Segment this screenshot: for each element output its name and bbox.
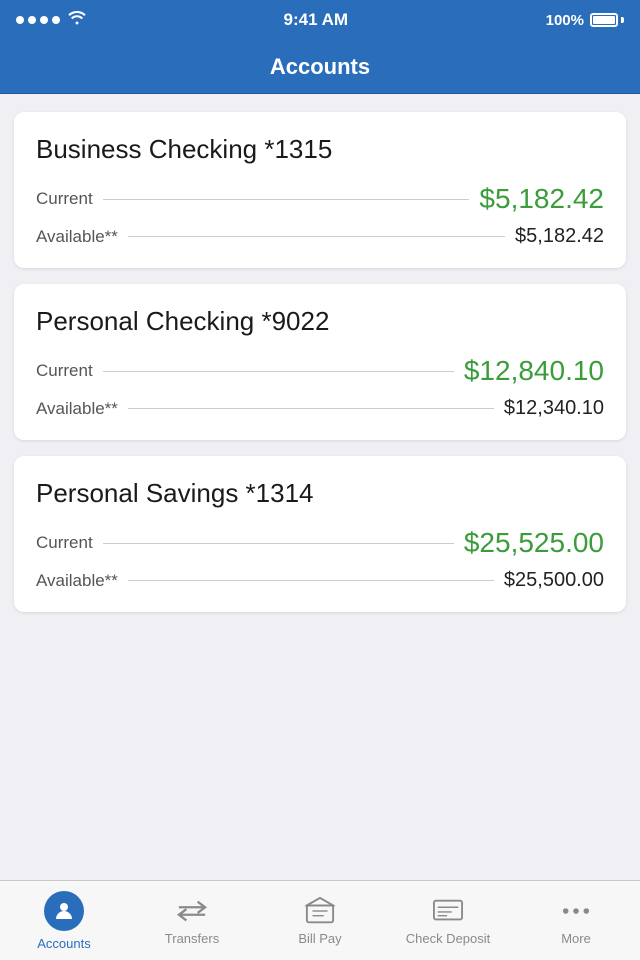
current-label-2: Current (36, 533, 93, 553)
dot1 (16, 16, 24, 24)
account-current-row-2: Current $25,525.00 (36, 527, 604, 559)
status-bar: 9:41 AM 100% (0, 0, 640, 40)
available-amount-1: $12,340.10 (504, 397, 604, 420)
tab-more-label: More (561, 931, 591, 946)
account-available-row-1: Available** $12,340.10 (36, 397, 604, 420)
dots-2 (103, 543, 454, 544)
account-card-2[interactable]: Personal Savings *1314 Current $25,525.0… (14, 456, 626, 612)
account-name-0: Business Checking *1315 (36, 134, 604, 165)
status-left (16, 11, 86, 30)
account-name-1: Personal Checking *9022 (36, 306, 604, 337)
available-amount-0: $5,182.42 (515, 225, 604, 248)
tab-accounts-label: Accounts (37, 936, 90, 951)
current-amount-0: $5,182.42 (479, 183, 604, 215)
tab-checkdeposit[interactable]: Check Deposit (384, 881, 512, 960)
account-available-row-2: Available** $25,500.00 (36, 569, 604, 592)
dot2 (28, 16, 36, 24)
signal-dots (16, 16, 60, 24)
account-card-0[interactable]: Business Checking *1315 Current $5,182.4… (14, 112, 626, 268)
status-time: 9:41 AM (284, 10, 349, 30)
available-label-1: Available** (36, 399, 118, 419)
dots-1 (103, 371, 454, 372)
dot3 (40, 16, 48, 24)
tab-more[interactable]: More (512, 881, 640, 960)
account-card-1[interactable]: Personal Checking *9022 Current $12,840.… (14, 284, 626, 440)
transfers-icon (177, 896, 207, 926)
dots-avail-1 (128, 408, 494, 409)
page-title: Accounts (270, 54, 370, 80)
account-current-row-1: Current $12,840.10 (36, 355, 604, 387)
tab-transfers[interactable]: Transfers (128, 881, 256, 960)
dots-avail-2 (128, 580, 494, 581)
status-right: 100% (546, 12, 624, 29)
dot4 (52, 16, 60, 24)
current-label-1: Current (36, 361, 93, 381)
billpay-icon (305, 896, 335, 926)
tab-transfers-label: Transfers (165, 931, 219, 946)
accounts-tab-icon (44, 891, 84, 931)
tab-bar: Accounts Transfers Bill Pay (0, 880, 640, 960)
available-amount-2: $25,500.00 (504, 569, 604, 592)
tab-checkdeposit-label: Check Deposit (406, 931, 491, 946)
dots-avail-0 (128, 236, 505, 237)
battery-percent: 100% (546, 12, 584, 29)
available-label-0: Available** (36, 227, 118, 247)
tab-billpay-label: Bill Pay (298, 931, 341, 946)
current-amount-1: $12,840.10 (464, 355, 604, 387)
checkdeposit-icon (433, 896, 463, 926)
account-name-2: Personal Savings *1314 (36, 478, 604, 509)
current-label-0: Current (36, 189, 93, 209)
available-label-2: Available** (36, 571, 118, 591)
dots-0 (103, 199, 470, 200)
wifi-icon (68, 11, 86, 30)
tab-billpay[interactable]: Bill Pay (256, 881, 384, 960)
tab-accounts[interactable]: Accounts (0, 881, 128, 960)
account-available-row-0: Available** $5,182.42 (36, 225, 604, 248)
current-amount-2: $25,525.00 (464, 527, 604, 559)
accounts-list: Business Checking *1315 Current $5,182.4… (0, 94, 640, 880)
nav-bar: Accounts (0, 40, 640, 94)
more-icon (561, 896, 591, 926)
account-current-row-0: Current $5,182.42 (36, 183, 604, 215)
battery-icon (590, 13, 624, 27)
